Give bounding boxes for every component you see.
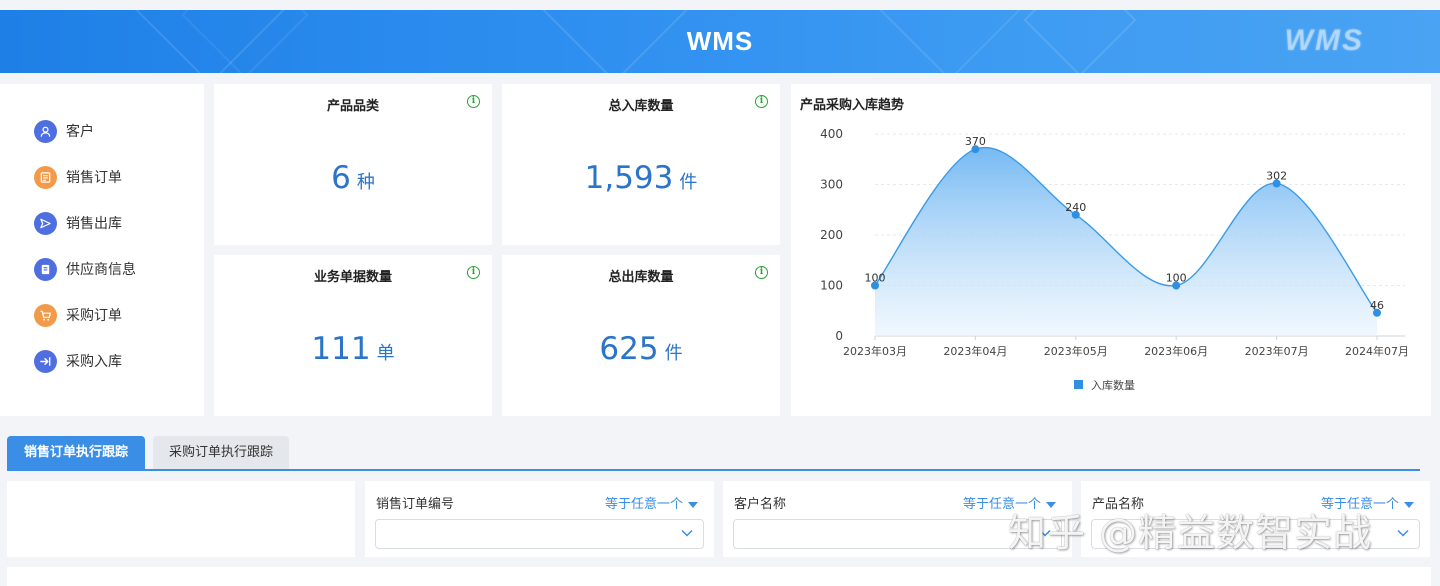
stat-unit: 件	[679, 172, 698, 193]
data-label: 100	[865, 272, 886, 285]
tab-purchase-order-tracking[interactable]: 采购订单执行跟踪	[153, 436, 289, 469]
purchase-order-icon	[34, 303, 57, 327]
stat-number: 6	[331, 160, 351, 196]
trend-chart-card: 产品采购入库趋势 0 100 200 300 400 2023年03月 2023年04月 20…	[791, 84, 1431, 416]
stat-number: 625	[599, 331, 659, 367]
x-tick-label: 2023年04月	[943, 344, 1007, 358]
stat-value: 6种	[214, 160, 492, 196]
info-icon[interactable]: i	[467, 266, 480, 279]
trend-chart: 0 100 200 300 400 2023年03月 2023年04月 2023年05月 202…	[820, 127, 1409, 392]
customer-icon	[34, 119, 57, 143]
stat-card-total-inbound: 总入库数量 i 1,593 件	[502, 84, 780, 245]
stat-value: 111 单	[214, 331, 492, 367]
wms-logo: WMS	[1284, 24, 1364, 57]
data-label: 100	[1166, 272, 1187, 285]
filter-label: 产品名称	[1092, 497, 1145, 512]
info-icon[interactable]: i	[755, 266, 768, 279]
y-tick-label: 200	[820, 228, 843, 242]
series-area	[875, 147, 1377, 336]
stat-card-document-count: 业务单据数量 i 111 单	[214, 255, 492, 416]
stat-value: 1,593 件	[502, 160, 780, 196]
y-tick-label: 100	[820, 279, 843, 293]
filter-select-input[interactable]	[375, 519, 704, 549]
nav-item-sales-outbound[interactable]: 销售出库	[0, 200, 204, 246]
stat-title: 总出库数量	[608, 270, 674, 285]
nav-item-purchase-order[interactable]: 采购订单	[0, 292, 204, 338]
data-label: 46	[1370, 299, 1384, 312]
stat-title: 产品品类	[326, 99, 379, 114]
stat-card-product-categories: 产品品类 i 6种	[214, 84, 492, 245]
filter-operator-label: 等于任意一个	[604, 497, 683, 512]
filter-operator-dropdown[interactable]: 等于任意一个	[963, 493, 1056, 512]
filter-operator-label: 等于任意一个	[1320, 497, 1399, 512]
chevron-down-icon	[1039, 529, 1051, 537]
sales-order-icon	[34, 165, 57, 189]
y-tick-label: 0	[835, 329, 843, 343]
x-tick-label: 2023年07月	[1245, 344, 1309, 358]
x-tick-label: 2023年03月	[843, 344, 907, 358]
filter-select-input[interactable]	[1091, 519, 1420, 549]
filter-label: 销售订单编号	[376, 497, 455, 512]
legend-label: 入库数量	[1091, 379, 1135, 392]
tracking-tabs: 销售订单执行跟踪 采购订单执行跟踪	[7, 436, 1420, 471]
sidebar-nav: 客户 销售订单 销售出库 供应商信息 采购订单 采购入库	[0, 84, 204, 416]
app-title: WMS	[686, 26, 754, 56]
nav-label: 采购订单	[66, 308, 122, 324]
info-icon[interactable]: i	[755, 95, 768, 108]
stat-title: 业务单据数量	[313, 270, 392, 285]
supplier-icon	[34, 257, 57, 281]
stat-number: 1,593	[584, 160, 674, 196]
filter-customer-name: 客户名称 等于任意一个	[723, 481, 1072, 557]
top-strip	[0, 0, 1440, 10]
chevron-down-icon	[1397, 529, 1409, 537]
nav-item-sales-order[interactable]: 销售订单	[0, 154, 204, 200]
stat-number: 111	[311, 331, 371, 367]
filter-label: 客户名称	[734, 497, 787, 512]
caret-down-icon	[1404, 501, 1414, 508]
nav-label: 销售订单	[66, 170, 122, 186]
x-tick-label: 2023年05月	[1044, 344, 1108, 358]
bottom-panel	[7, 567, 1431, 586]
filter-operator-dropdown[interactable]: 等于任意一个	[605, 493, 698, 512]
stat-value: 625 件	[502, 331, 780, 367]
data-label: 302	[1266, 169, 1287, 182]
legend-swatch	[1074, 380, 1083, 389]
nav-label: 销售出库	[66, 216, 122, 232]
tab-sales-order-tracking[interactable]: 销售订单执行跟踪	[7, 436, 145, 469]
stat-unit: 件	[664, 343, 683, 364]
x-tick-label: 2023年06月	[1144, 344, 1208, 358]
chevron-down-icon	[681, 529, 693, 537]
stat-unit: 种	[356, 172, 375, 193]
nav-label: 采购入库	[66, 354, 122, 370]
stat-unit: 单	[376, 343, 395, 364]
nav-label: 供应商信息	[66, 262, 136, 278]
sales-outbound-icon	[34, 211, 57, 235]
x-tick-label: 2024年07月	[1345, 344, 1409, 358]
y-tick-label: 400	[820, 127, 843, 141]
filter-blank-panel	[7, 481, 355, 557]
filter-select-input[interactable]	[733, 519, 1062, 549]
stat-title: 总入库数量	[608, 99, 674, 114]
data-label: 370	[965, 135, 986, 148]
caret-down-icon	[688, 501, 698, 508]
info-icon[interactable]: i	[467, 95, 480, 108]
y-tick-label: 300	[820, 178, 843, 192]
caret-down-icon	[1046, 501, 1056, 508]
nav-label: 客户	[66, 124, 94, 140]
filter-operator-dropdown[interactable]: 等于任意一个	[1321, 493, 1414, 512]
header-banner: WMS WMS	[0, 10, 1440, 73]
nav-item-purchase-inbound[interactable]: 采购入库	[0, 338, 204, 384]
nav-item-supplier[interactable]: 供应商信息	[0, 246, 204, 292]
data-label: 240	[1065, 201, 1086, 214]
filter-product-name: 产品名称 等于任意一个	[1081, 481, 1430, 557]
purchase-inbound-icon	[34, 349, 57, 373]
filter-operator-label: 等于任意一个	[962, 497, 1041, 512]
filter-sales-order-number: 销售订单编号 等于任意一个	[365, 481, 714, 557]
stat-card-total-outbound: 总出库数量 i 625 件	[502, 255, 780, 416]
nav-item-customer[interactable]: 客户	[0, 108, 204, 154]
